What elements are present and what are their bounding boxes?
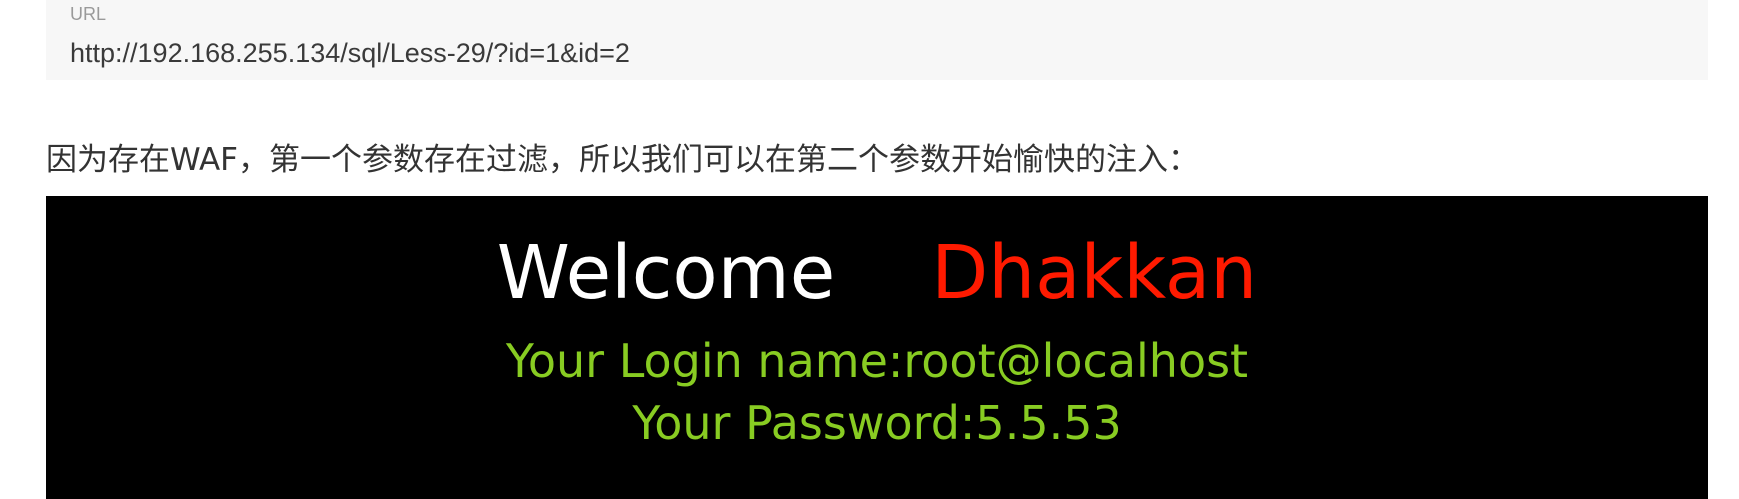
url-value: http://192.168.255.134/sql/Less-29/?id=1… (70, 38, 630, 68)
welcome-heading: Welcome Dhakkan (46, 236, 1708, 310)
password-line: Your Password:5.5.53 (632, 396, 1122, 450)
result-screenshot: Welcome Dhakkan Your Login name:root@loca… (46, 196, 1708, 499)
url-code-block: URL http://192.168.255.134/sql/Less-29/?… (46, 0, 1708, 80)
login-name-line: Your Login name:root@localhost (505, 334, 1249, 388)
welcome-word: Welcome (496, 230, 836, 316)
url-label: URL (70, 4, 107, 24)
body-paragraph: 因为存在WAF，第一个参数存在过滤，所以我们可以在第二个参数开始愉快的注入： (46, 142, 1199, 178)
welcome-name: Dhakkan (931, 230, 1258, 316)
page: URL http://192.168.255.134/sql/Less-29/?… (0, 0, 1739, 499)
